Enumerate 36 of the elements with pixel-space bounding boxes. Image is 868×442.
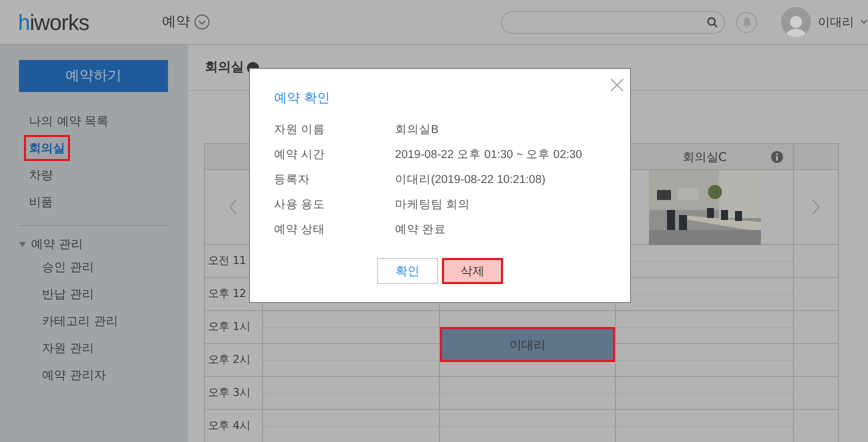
user-name[interactable]: 이대리 — [818, 13, 854, 31]
page-title: 회의실 — [205, 58, 244, 77]
field-value: 마케팅팀 회의 — [395, 198, 470, 212]
delete-button[interactable]: 삭제 — [442, 258, 503, 284]
sidebar-item[interactable]: 승인 관리 — [42, 254, 94, 281]
field-value: 회의실B — [395, 122, 439, 136]
sidebar-item[interactable]: 차량 — [24, 162, 58, 188]
room-name: 회의실C — [682, 148, 727, 166]
hiworks-logo[interactable]: hiworks — [18, 6, 162, 38]
sidebar-item[interactable]: 자원 관리 — [42, 335, 94, 362]
time-label: 오후 1시 — [208, 318, 250, 335]
time-label: 오후 2시 — [208, 352, 250, 368]
dialog-title: 예약 확인 — [274, 90, 332, 108]
field-label: 등록자 — [274, 172, 311, 186]
sidebar-item[interactable]: 예약 관리자 — [42, 362, 106, 389]
time-label: 오후 12 — [208, 286, 246, 302]
field-value: 이대리(2019-08-22 10:21:08) — [395, 172, 546, 186]
sidebar-item[interactable]: 카테고리 관리 — [42, 308, 118, 335]
sidebar-group-label[interactable]: 예약 관리 — [31, 235, 83, 253]
confirm-button[interactable]: 확인 — [377, 258, 438, 284]
time-label: 오전 11 — [208, 252, 246, 269]
field-value: 2019-08-22 오후 01:30 ~ 오후 02:30 — [395, 148, 582, 162]
field-label: 예약 상태 — [274, 222, 326, 236]
sidebar-item[interactable]: 나의 예약 목록 — [24, 108, 114, 134]
menu-title[interactable]: 예약 — [162, 12, 190, 32]
field-label: 자원 이름 — [274, 122, 326, 136]
field-value: 예약 완료 — [395, 222, 446, 236]
field-label: 예약 시간 — [274, 148, 326, 162]
time-label: 오후 3시 — [208, 384, 250, 401]
reserve-button[interactable]: 예약하기 — [19, 60, 168, 92]
sidebar-item[interactable]: 회의실 — [24, 135, 70, 161]
sidebar-item[interactable]: 반납 관리 — [42, 281, 94, 308]
reservation-block[interactable]: 이대리 — [440, 327, 615, 362]
sidebar-item[interactable]: 비품 — [24, 189, 58, 215]
field-label: 사용 용도 — [274, 198, 326, 212]
time-label: 오후 4시 — [208, 418, 250, 434]
